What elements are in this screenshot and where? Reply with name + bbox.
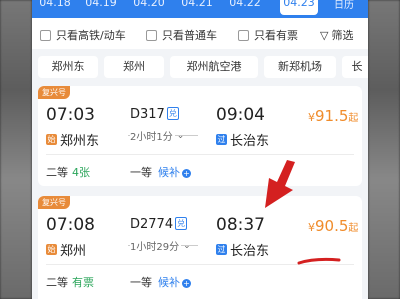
price: ¥90.5起	[308, 216, 358, 235]
origin-station-name: 郑州东	[60, 134, 100, 149]
arrival-time: 08:37	[216, 215, 265, 235]
first-class-seat: 一等 候补 +	[130, 274, 191, 290]
funnel-icon: ▽	[320, 28, 329, 42]
date-tab[interactable]: 04.21	[178, 0, 216, 9]
duration-text: 1小时29分	[130, 238, 182, 253]
divider	[46, 154, 354, 155]
origin-station-name: 郑州	[60, 244, 87, 259]
train-card[interactable]: 复兴号 07:03 D317兑 09:04 2小时1分 ⌄ 始 郑州东 过 长治…	[38, 86, 362, 186]
price-currency: ¥	[308, 111, 315, 124]
waitlist-label: 候补	[158, 166, 180, 179]
destination-station: 过 长治东	[216, 130, 269, 149]
destination-station: 过 长治东	[216, 240, 269, 259]
filter-label: 只看普通车	[162, 29, 217, 42]
train-type-tag: 复兴号	[38, 86, 70, 99]
train-number: D2774 兑	[130, 217, 188, 232]
station-chip[interactable]: 长	[342, 56, 368, 78]
train-number: D317 兑	[130, 107, 179, 122]
duration[interactable]: 1小时29分 ⌄	[128, 238, 198, 253]
destination-station-name: 长治东	[230, 134, 270, 149]
seat-label: 二等	[46, 166, 68, 179]
date-tab[interactable]: 04.22	[226, 0, 264, 9]
station-chip[interactable]: 新郑机场	[264, 56, 336, 78]
checkbox[interactable]	[238, 29, 249, 41]
price: ¥91.5起	[308, 106, 358, 125]
waitlist-label: 候补	[158, 276, 180, 289]
filter-normal[interactable]: 只看普通车	[146, 27, 217, 43]
filter-button[interactable]: ▽ 筛选	[320, 27, 353, 43]
checkbox[interactable]	[40, 29, 51, 41]
departure-time: 07:03	[46, 105, 95, 125]
date-tab[interactable]: 04.19	[82, 0, 120, 9]
train-number-text: D317	[130, 107, 165, 122]
filter-label: 只看有票	[254, 29, 298, 42]
destination-station-name: 长治东	[230, 244, 270, 259]
seat-label: 二等	[46, 276, 68, 289]
pass-icon: 过	[216, 134, 227, 145]
date-tab-selected[interactable]: 04.23	[280, 0, 318, 15]
date-bar: 04.18 04.19 04.20 04.21 04.22 04.23 日历	[32, 0, 368, 18]
second-class-seat: 二等 有票	[46, 274, 94, 290]
filter-available[interactable]: 只看有票	[238, 27, 298, 43]
seat-label: 一等	[130, 166, 152, 179]
train-number-text: D2774	[130, 217, 174, 232]
filter-label: 只看高铁/动车	[56, 29, 126, 42]
calendar-button[interactable]: 日历	[334, 0, 354, 11]
background-blur-left	[0, 0, 32, 299]
price-value: 90.5	[315, 217, 349, 235]
departure-time: 07:08	[46, 215, 95, 235]
train-card[interactable]: 复兴号 07:08 D2774兑 08:37 1小时29分 ⌄ 始 郑州 过 长…	[38, 196, 362, 299]
plus-icon: +	[182, 169, 191, 178]
seat-availability: 4张	[72, 166, 90, 179]
origin-station: 始 郑州东	[46, 130, 99, 149]
annotation-stroke-icon	[297, 257, 341, 265]
plus-icon: +	[182, 279, 191, 288]
price-suffix: 起	[348, 223, 359, 234]
date-tab[interactable]: 04.18	[36, 0, 74, 9]
seat-availability: 有票	[72, 276, 94, 289]
station-chips: 郑州东 郑州 郑州航空港 新郑机场 长	[32, 49, 368, 85]
pass-icon: 过	[216, 244, 227, 255]
station-chip[interactable]: 郑州	[104, 56, 164, 78]
filter-high-speed[interactable]: 只看高铁/动车	[40, 27, 126, 43]
seat-label: 一等	[130, 276, 152, 289]
waitlist-button[interactable]: 候补 +	[158, 276, 191, 289]
background-blur-right	[368, 0, 400, 299]
origin-icon: 始	[46, 244, 57, 255]
duration[interactable]: 2小时1分 ⌄	[128, 128, 198, 143]
date-tab[interactable]: 04.20	[130, 0, 168, 9]
train-type-tag: 复兴号	[38, 196, 70, 209]
duration-text: 2小时1分	[130, 128, 175, 143]
filter-button-label: 筛选	[331, 29, 354, 42]
annotation-arrow-icon	[265, 160, 295, 208]
filter-bar: 只看高铁/动车 只看普通车 只看有票 ▽ 筛选	[32, 18, 368, 49]
exchange-badge: 兑	[175, 217, 188, 230]
price-currency: ¥	[308, 221, 315, 234]
exchange-badge: 兑	[166, 107, 179, 120]
price-suffix: 起	[348, 113, 359, 124]
price-value: 91.5	[315, 107, 349, 125]
origin-icon: 始	[46, 134, 57, 145]
station-chip[interactable]: 郑州东	[38, 56, 98, 78]
origin-station: 始 郑州	[46, 240, 86, 259]
station-chip[interactable]: 郑州航空港	[170, 56, 258, 78]
arrival-time: 09:04	[216, 105, 265, 125]
waitlist-button[interactable]: 候补 +	[158, 166, 191, 179]
train-list-screen: 04.18 04.19 04.20 04.21 04.22 04.23 日历 只…	[32, 0, 368, 299]
second-class-seat: 二等 4张	[46, 164, 90, 180]
checkbox[interactable]	[146, 29, 157, 41]
first-class-seat: 一等 候补 +	[130, 164, 191, 180]
